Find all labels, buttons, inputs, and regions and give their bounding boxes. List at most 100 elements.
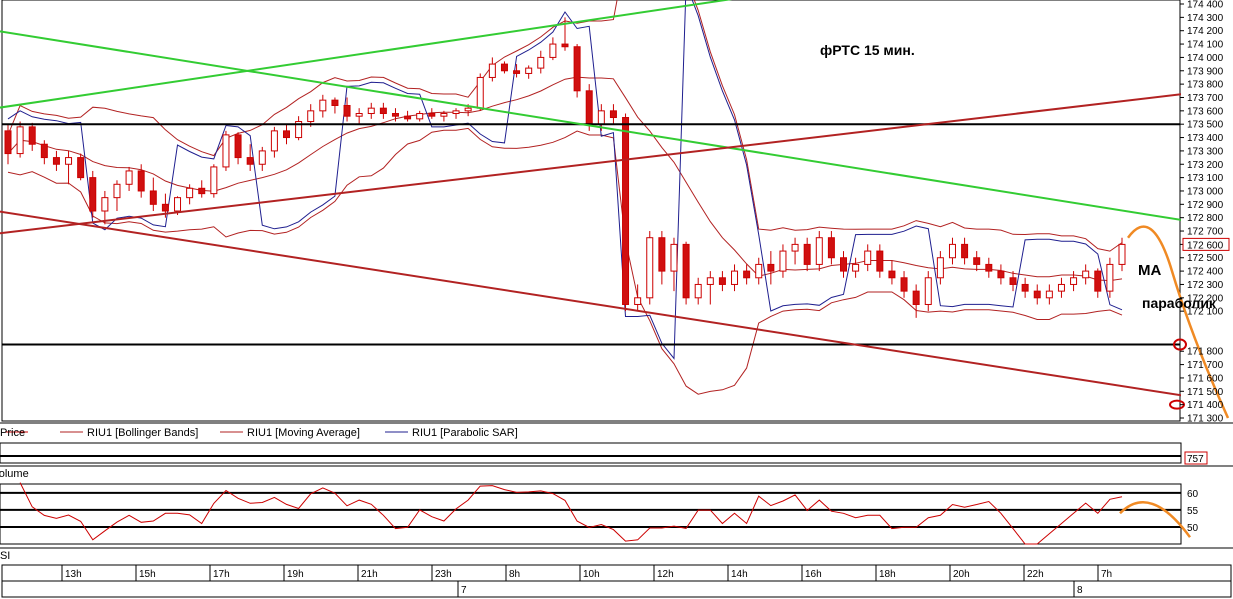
candle [537, 50, 545, 74]
candle-body-bearish [4, 130, 12, 155]
candle [622, 113, 630, 312]
candle [28, 122, 36, 151]
candle-body-bearish [900, 277, 908, 292]
candle-body-bullish [694, 283, 702, 299]
candle-body-bearish [1021, 283, 1029, 292]
price-tick-label: 172 900 [1187, 200, 1224, 211]
candle-body-bearish [343, 104, 351, 117]
candle [549, 37, 557, 61]
candle [355, 108, 363, 125]
price-tick-label: 171 800 [1187, 347, 1224, 358]
hour-label: 23h [435, 569, 452, 580]
annotation-parabolic: параболик [1142, 295, 1217, 311]
candle-body-bearish [391, 113, 399, 117]
candle [706, 271, 714, 305]
price-tick-label: 173 400 [1187, 133, 1224, 144]
candle-body-bullish [1057, 283, 1065, 292]
candle-body-bullish [319, 99, 327, 112]
candle-body-bearish [622, 117, 630, 305]
candle-body-bullish [731, 270, 739, 285]
price-tick-label: 171 600 [1187, 373, 1224, 384]
chart-title: фРТС 15 мин. [820, 42, 915, 58]
candle [658, 231, 666, 285]
price-tick-label: 172 700 [1187, 227, 1224, 238]
candle-body-bearish [234, 134, 242, 159]
last-price-label: 172 600 [1187, 240, 1224, 251]
candle [609, 104, 617, 125]
hour-label: 10h [583, 569, 600, 580]
candle-body-bearish [973, 257, 981, 265]
candle [779, 244, 787, 278]
candle-body-bearish [161, 203, 169, 212]
parabolic-sar-line [7, 0, 1123, 360]
legend-label: RIU1 [Moving Average] [247, 427, 360, 439]
candle [40, 140, 48, 165]
candle-body-bearish [1033, 290, 1041, 299]
candle-body-bullish [222, 134, 230, 168]
price-tick-label: 173 100 [1187, 173, 1224, 184]
candle-body-bullish [464, 107, 472, 112]
candle-body-bullish [367, 107, 375, 115]
rsi-tick-label: 55 [1187, 506, 1199, 517]
candle-body-bullish [864, 250, 872, 265]
candle [1094, 268, 1102, 298]
price-tick-label: 172 500 [1187, 253, 1224, 264]
candle-body-bullish [936, 257, 944, 279]
candle [319, 94, 327, 118]
candle-body-bearish [585, 90, 593, 125]
candle-body-bearish [961, 243, 969, 259]
legend-label: Price [0, 427, 25, 439]
candle-body-bullish [125, 170, 133, 185]
time-axis: 13h 15h 17h 19h 21h 23h 8h 10h 12h 14h 16h 18h 20h 22… [1, 564, 1232, 598]
candle [1045, 284, 1053, 305]
candle [900, 271, 908, 298]
candle-body-bearish [198, 187, 206, 195]
rsi-tick-label: 60 [1187, 489, 1199, 500]
price-tick-label: 172 800 [1187, 213, 1224, 224]
price-tick-label: 173 900 [1187, 66, 1224, 77]
candle-body-bullish [476, 76, 484, 109]
candle [936, 251, 944, 285]
candle-body-bearish [888, 270, 896, 279]
candle [973, 251, 981, 272]
price-tick-label: 173 200 [1187, 160, 1224, 171]
candle [488, 57, 496, 82]
candle [1021, 277, 1029, 298]
candle-body-bullish [815, 237, 823, 265]
candle [743, 264, 751, 285]
hour-label: 14h [731, 569, 748, 580]
legend-label: RIU1 [Parabolic SAR] [412, 427, 518, 439]
candle [452, 108, 460, 119]
candle-body-bullish [355, 113, 363, 117]
candle [234, 132, 242, 165]
candle [513, 64, 521, 78]
candle-body-bullish [452, 110, 460, 115]
rsi-panel: 60 55 50 RSI [0, 482, 1233, 562]
price-tick-label: 174 300 [1187, 13, 1224, 24]
candle-body-bearish [573, 46, 581, 92]
candle [367, 102, 375, 119]
hour-label: 22h [1027, 569, 1044, 580]
candle-body-bearish [149, 190, 157, 205]
candle-body-bullish [779, 250, 787, 272]
price-tick-label: 172 400 [1187, 267, 1224, 278]
candle [985, 257, 993, 278]
candle [16, 121, 24, 158]
hour-label: 15h [139, 569, 156, 580]
candle [65, 150, 73, 185]
candle-body-bullish [549, 43, 557, 58]
candle [525, 65, 533, 79]
candle-body-bearish [40, 143, 48, 159]
candle-body-bullish [646, 237, 654, 299]
candle-body-bullish [924, 277, 932, 305]
candle [428, 108, 436, 119]
candle [876, 244, 884, 278]
candle-body-bullish [186, 187, 194, 199]
candle-body-bearish [404, 115, 412, 120]
hour-label: 8h [509, 569, 520, 580]
candle [1118, 237, 1126, 272]
candle-body-bearish [28, 126, 36, 145]
candle [149, 177, 157, 211]
volume-frame [0, 442, 1182, 464]
candle [77, 153, 85, 181]
